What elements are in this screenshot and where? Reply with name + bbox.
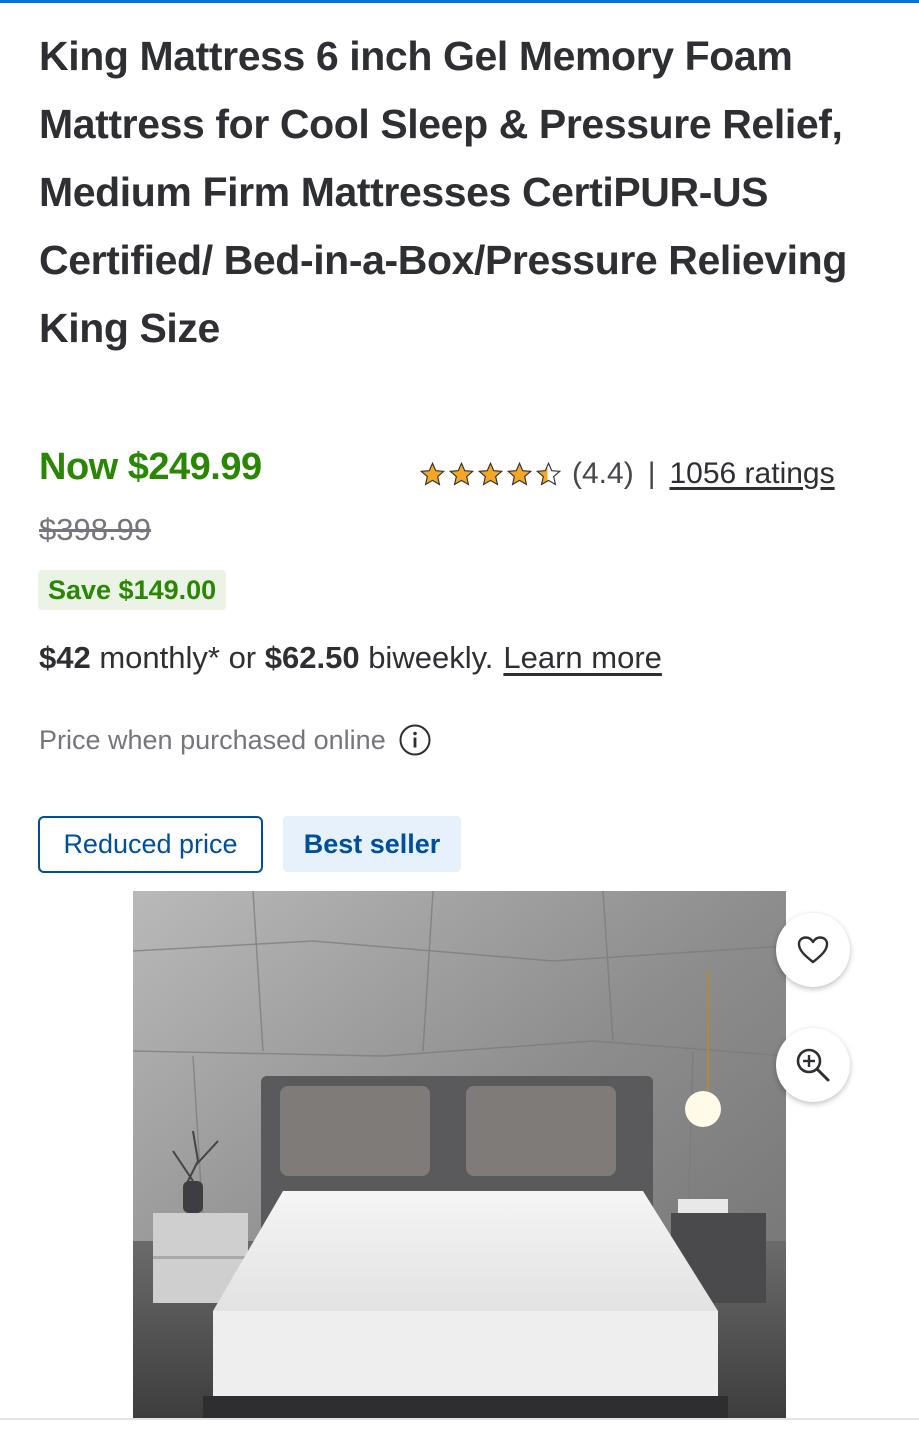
star-half-icon bbox=[535, 461, 562, 486]
financing-text: $42 monthly* or $62.50 biweekly. Learn mo… bbox=[39, 640, 662, 676]
rating-value: (4.4) bbox=[572, 457, 634, 490]
star-icon bbox=[477, 461, 504, 486]
mattress-bedroom-photo bbox=[133, 891, 786, 1418]
original-price: $398.99 bbox=[39, 512, 152, 547]
product-title: King Mattress 6 inch Gel Memory Foam Mat… bbox=[39, 33, 847, 351]
monthly-label: monthly* or bbox=[90, 640, 265, 675]
ratings-count-link[interactable]: 1056 ratings bbox=[669, 457, 834, 491]
rating-separator: | bbox=[647, 457, 656, 490]
favorite-button[interactable] bbox=[776, 913, 850, 987]
price-note-text: Price when purchased online bbox=[39, 724, 386, 755]
heart-icon bbox=[797, 936, 829, 964]
biweekly-amount: $62.50 bbox=[264, 640, 360, 675]
star-icon bbox=[506, 461, 533, 486]
biweekly-label: biweekly. bbox=[359, 640, 494, 675]
learn-more-link[interactable]: Learn more bbox=[503, 640, 662, 675]
reduced-price-badge: Reduced price bbox=[38, 816, 263, 873]
rating-stars bbox=[419, 461, 562, 488]
top-accent-line bbox=[0, 0, 919, 3]
star-icon bbox=[419, 461, 446, 486]
rating-summary: (4.4) | 1056 ratings bbox=[419, 452, 835, 496]
savings-badge: Save $149.00 bbox=[38, 570, 227, 610]
current-price: Now $249.99 bbox=[39, 446, 262, 488]
zoom-in-icon bbox=[796, 1048, 830, 1082]
price-note: Price when purchased online bbox=[39, 720, 432, 760]
monthly-amount: $42 bbox=[39, 640, 91, 675]
product-image[interactable] bbox=[133, 891, 786, 1418]
star-icon bbox=[448, 461, 475, 486]
best-seller-badge: Best seller bbox=[283, 816, 461, 872]
section-divider bbox=[0, 1418, 919, 1420]
info-icon[interactable] bbox=[398, 723, 432, 757]
zoom-button[interactable] bbox=[776, 1028, 850, 1102]
